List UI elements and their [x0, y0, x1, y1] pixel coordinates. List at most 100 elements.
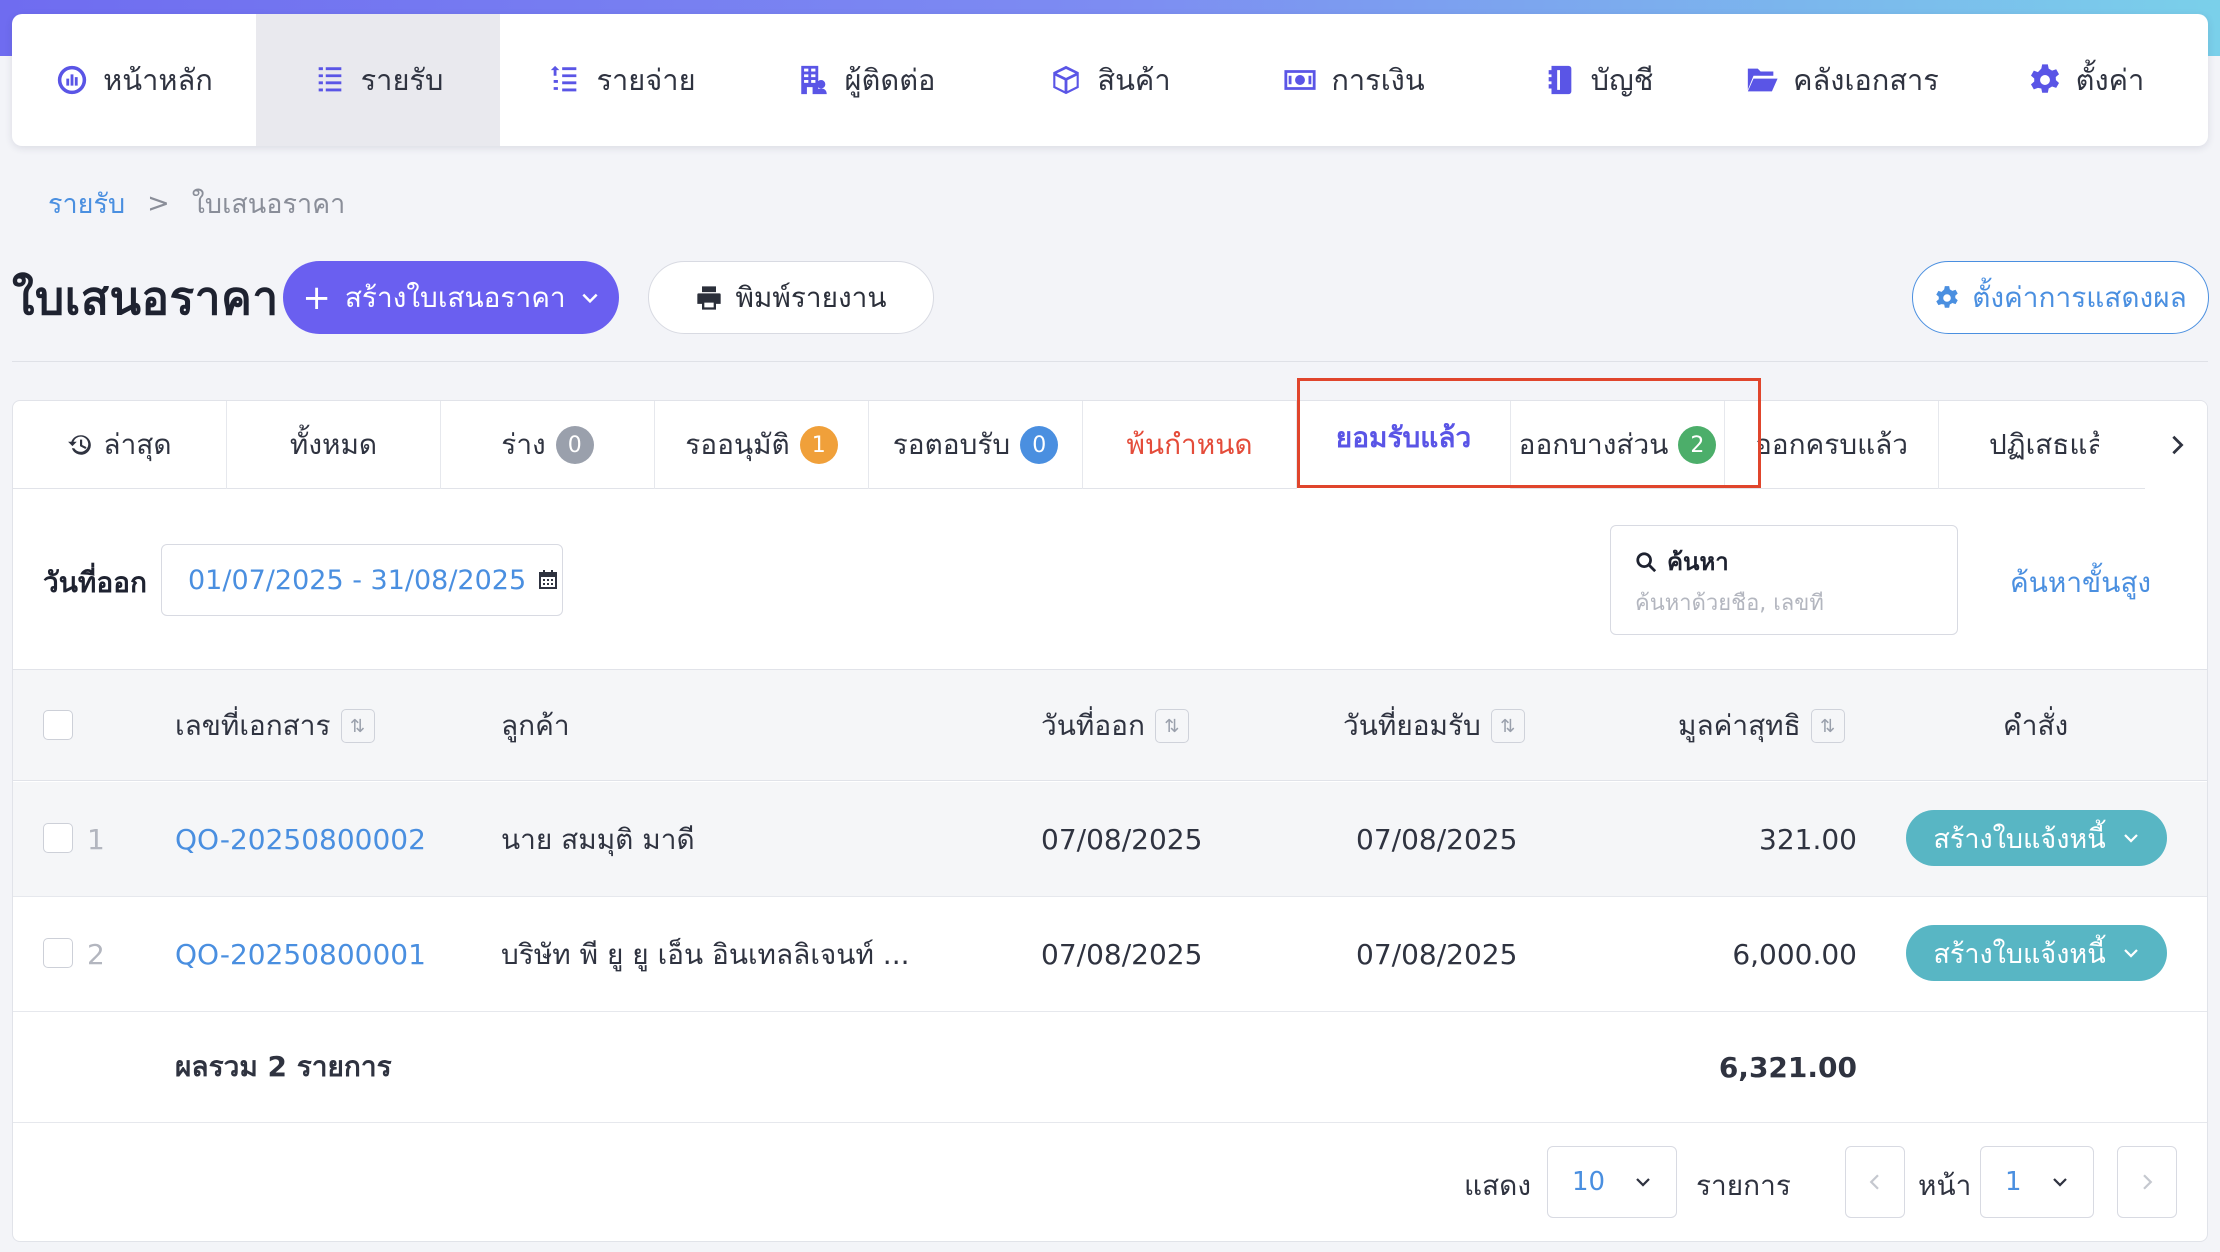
tab-label: ยอมรับแล้ว	[1335, 421, 1472, 454]
search-label-row: ค้นหา	[1635, 542, 1933, 581]
tab-awaiting-response[interactable]: รอตอบรับ 0	[869, 401, 1083, 489]
tab-overdue[interactable]: พ้นกำหนด	[1083, 401, 1297, 489]
col-net-value[interactable]: มูลค่าสุทธิ ⇅	[1678, 670, 1845, 782]
breadcrumb-separator: >	[147, 188, 170, 219]
create-quotation-label: สร้างใบเสนอราคา	[344, 280, 566, 314]
date-range-picker[interactable]: 01/07/2025 - 31/08/2025	[161, 544, 563, 616]
tab-label: ทั้งหมด	[289, 428, 378, 461]
next-page-button[interactable]	[2117, 1146, 2177, 1218]
count-badge: 1	[799, 426, 838, 464]
header-divider	[12, 361, 2208, 362]
nav-label: การเงิน	[1331, 63, 1425, 97]
breadcrumb-current: ใบเสนอราคา	[191, 189, 346, 220]
print-report-button[interactable]: พิมพ์รายงาน	[648, 261, 934, 334]
show-label: แสดง	[1464, 1169, 1531, 1202]
sort-icon[interactable]: ⇅	[1810, 709, 1845, 743]
nav-item-products[interactable]: สินค้า	[988, 14, 1232, 146]
printer-icon	[697, 285, 722, 310]
per-page-select[interactable]: 10	[1547, 1146, 1677, 1218]
col-accept-date-label: วันที่ยอมรับ	[1343, 709, 1481, 742]
nav-label: บัญชี	[1590, 63, 1654, 97]
items-label: รายการ	[1696, 1169, 1791, 1202]
nav-item-settings[interactable]: ตั้งค่า	[1964, 14, 2208, 146]
create-invoice-button[interactable]: สร้างใบแจ้งหนี้	[1906, 925, 2167, 981]
col-customer: ลูกค้า	[501, 670, 570, 782]
page-value: 1	[2005, 1167, 2022, 1197]
chevron-down-icon	[582, 293, 598, 303]
doc-no-link[interactable]: QO-20250800001	[175, 897, 426, 1012]
nav-item-expense[interactable]: รายจ่าย	[500, 14, 744, 146]
create-invoice-label: สร้างใบแจ้งหนี้	[1933, 938, 2106, 970]
tab-latest[interactable]: ล่าสุด	[13, 401, 227, 489]
chevron-down-icon	[2123, 834, 2138, 843]
display-settings-button[interactable]: ตั้งค่าการแสดงผล	[1912, 261, 2209, 334]
doc-no-link[interactable]: QO-20250800002	[175, 782, 426, 897]
nav-item-contacts[interactable]: ผู้ติดต่อ	[744, 14, 988, 146]
create-quotation-button[interactable]: + สร้างใบเสนอราคา	[283, 261, 619, 334]
per-page-value: 10	[1572, 1167, 1606, 1197]
ledger-book-icon	[1548, 65, 1571, 95]
col-issue-date[interactable]: วันที่ออก ⇅	[1041, 670, 1189, 782]
tabs-scroll-right-button[interactable]	[2145, 401, 2207, 489]
tab-label: ล่าสุด	[103, 428, 172, 461]
folder-open-icon	[1747, 68, 1778, 92]
search-box[interactable]: ค้นหา	[1610, 525, 1958, 635]
create-invoice-button[interactable]: สร้างใบแจ้งหนี้	[1906, 810, 2167, 866]
calendar-icon	[539, 570, 558, 589]
nav-item-income[interactable]: รายรับ	[256, 14, 500, 146]
sort-icon[interactable]: ⇅	[340, 709, 375, 743]
tab-draft[interactable]: ร่าง 0	[441, 401, 655, 489]
customer-name: นาย สมมุติ มาดี	[501, 822, 695, 856]
tab-rejected[interactable]: ปฏิเสธแล้ว	[1939, 401, 2099, 489]
tab-accepted[interactable]: ยอมรับแล้ว	[1297, 401, 1511, 489]
total-row: ผลรวม 2 รายการ 6,321.00	[13, 1011, 2207, 1123]
count-badge: 2	[1678, 426, 1717, 464]
col-action-label: คำสั่ง	[2003, 709, 2069, 742]
gear-icon	[2030, 64, 2059, 93]
nav-label: สินค้า	[1097, 63, 1171, 97]
prev-page-button[interactable]	[1845, 1146, 1905, 1218]
col-doc-no[interactable]: เลขที่เอกสาร ⇅	[175, 670, 375, 782]
row-number: 2	[87, 938, 105, 971]
tab-pending-approval[interactable]: รออนุมัติ 1	[655, 401, 869, 489]
breadcrumb-parent-link[interactable]: รายรับ	[48, 182, 125, 225]
page-select[interactable]: 1	[1980, 1146, 2094, 1218]
select-all-checkbox[interactable]	[43, 710, 73, 740]
product-box-icon	[1053, 65, 1080, 95]
tab-fully-issued[interactable]: ออกครบแล้ว	[1725, 401, 1939, 489]
main-nav: หน้าหลัก รายรับ รายจ่าย ผู้ติดต่อ สินค้า…	[12, 14, 2208, 146]
nav-item-finance[interactable]: การเงิน	[1232, 14, 1476, 146]
display-settings-label: ตั้งค่าการแสดงผล	[1972, 280, 2187, 314]
tab-all[interactable]: ทั้งหมด	[227, 401, 441, 489]
nav-item-accounting[interactable]: บัญชี	[1476, 14, 1720, 146]
net-value: 321.00	[1759, 823, 1857, 856]
chevron-right-icon	[2172, 435, 2184, 455]
col-doc-no-label: เลขที่เอกสาร	[175, 709, 331, 742]
table-header: เลขที่เอกสาร ⇅ ลูกค้า วันที่ออก ⇅ วันที่…	[13, 669, 2207, 782]
advanced-search-link[interactable]: ค้นหาขั้นสูง	[2010, 561, 2151, 605]
net-value: 6,000.00	[1732, 938, 1857, 971]
chevron-down-icon	[2053, 1178, 2067, 1187]
print-report-label: พิมพ์รายงาน	[735, 280, 887, 314]
tab-label: รอตอบรับ	[892, 428, 1011, 461]
col-accept-date[interactable]: วันที่ยอมรับ ⇅	[1343, 670, 1525, 782]
row-checkbox[interactable]	[43, 823, 73, 853]
nav-item-home[interactable]: หน้าหลัก	[12, 14, 256, 146]
table-row: 2 QO-20250800001 บริษัท พี ยู ยู เอ็น อิ…	[13, 897, 2207, 1012]
nav-item-documents[interactable]: คลังเอกสาร	[1720, 14, 1964, 146]
accept-date: 07/08/2025	[1356, 938, 1518, 971]
sort-icon[interactable]: ⇅	[1154, 709, 1189, 743]
sort-icon[interactable]: ⇅	[1490, 709, 1525, 743]
row-number: 1	[87, 823, 105, 856]
dashboard-icon	[57, 65, 87, 95]
tab-label: ปฏิเสธแล้ว	[1989, 428, 2099, 461]
row-checkbox[interactable]	[43, 938, 73, 968]
nav-label: คลังเอกสาร	[1793, 63, 1939, 97]
money-icon	[1284, 70, 1316, 90]
chevron-down-icon	[1636, 1178, 1650, 1187]
search-input[interactable]	[1635, 591, 1935, 616]
plus-icon: +	[302, 277, 331, 318]
customer-name: บริษัท พี ยู ยู เอ็น อินเทลลิเจนท์ ...	[501, 937, 910, 971]
tab-partially-issued[interactable]: ออกบางส่วน 2	[1511, 401, 1725, 489]
tab-label: พ้นกำหนด	[1126, 428, 1253, 461]
